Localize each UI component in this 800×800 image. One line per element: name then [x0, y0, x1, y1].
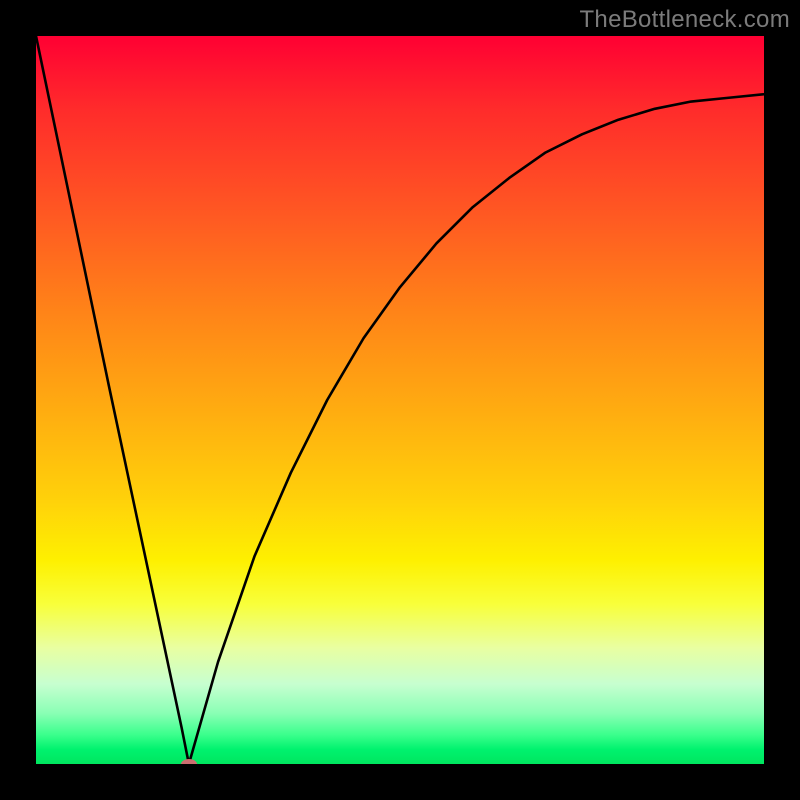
watermark-text: TheBottleneck.com — [579, 6, 790, 34]
chart-frame: TheBottleneck.com — [0, 0, 800, 800]
optimal-marker — [181, 759, 197, 764]
plot-area — [36, 36, 764, 764]
curve-layer — [36, 36, 764, 764]
bottleneck-curve — [36, 36, 764, 764]
